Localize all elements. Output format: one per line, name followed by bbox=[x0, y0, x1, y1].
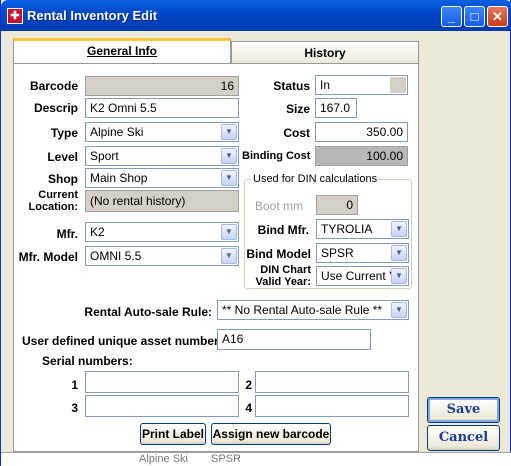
status-value: In bbox=[320, 78, 331, 92]
cost-label: Cost bbox=[283, 126, 310, 140]
barcode-label: Barcode bbox=[29, 79, 78, 93]
level-label: Level bbox=[47, 150, 78, 164]
general-info-panel: Barcode 16 Descrip K2 Omni 5.5 Type Alpi… bbox=[13, 63, 419, 452]
current-location-label: Current Location: bbox=[28, 189, 79, 213]
save-button[interactable]: Save bbox=[427, 397, 500, 423]
tab-bar: General Info History bbox=[13, 38, 419, 64]
auto-sale-rule-value: ** No Rental Auto-sale Rule ** bbox=[222, 303, 383, 317]
chevron-down-icon[interactable]: ▼ bbox=[221, 170, 237, 186]
chevron-down-icon[interactable]: ▼ bbox=[391, 268, 407, 284]
maximize-button[interactable]: □ bbox=[464, 6, 485, 27]
chevron-down-icon[interactable]: ▼ bbox=[221, 124, 237, 140]
tab-history[interactable]: History bbox=[231, 41, 419, 64]
assign-new-barcode-button[interactable]: Assign new barcode bbox=[211, 423, 331, 445]
size-label: Size bbox=[285, 102, 310, 116]
cancel-button[interactable]: Cancel bbox=[427, 425, 500, 451]
size-input[interactable]: 167.0 bbox=[315, 98, 357, 118]
chevron-down-icon[interactable]: ▼ bbox=[391, 302, 407, 318]
binding-cost-label: Binding Cost bbox=[242, 150, 311, 162]
bind-model-select[interactable]: SPSR ▼ bbox=[316, 243, 409, 263]
window-title: Rental Inventory Edit bbox=[27, 8, 158, 23]
shop-value: Main Shop bbox=[90, 171, 148, 185]
title-bar[interactable]: ✚ Rental Inventory Edit _ □ ✕ bbox=[1, 0, 511, 31]
din-group-title: Used for DIN calculations bbox=[251, 173, 380, 185]
mfr-select[interactable]: K2 ▼ bbox=[85, 222, 239, 242]
shop-label: Shop bbox=[48, 172, 78, 186]
status-field[interactable]: In bbox=[315, 75, 408, 95]
din-calculations-group: Used for DIN calculations Boot mm 0 Bind… bbox=[244, 173, 412, 289]
din-chart-value: Use Current Y bbox=[321, 269, 397, 283]
minimize-button[interactable]: _ bbox=[441, 6, 462, 27]
bind-mfr-value: TYROLIA bbox=[321, 222, 373, 236]
bind-model-label: Bind Model bbox=[246, 247, 311, 261]
bind-mfr-select[interactable]: TYROLIA ▼ bbox=[316, 219, 409, 239]
mfr-model-label: Mfr. Model bbox=[18, 250, 78, 264]
serial-number-4-input[interactable] bbox=[255, 395, 409, 417]
boot-mm-field: 0 bbox=[316, 195, 358, 215]
status-label: Status bbox=[273, 79, 310, 93]
mfr-value: K2 bbox=[90, 225, 105, 239]
type-label: Type bbox=[50, 126, 78, 140]
auto-sale-rule-select[interactable]: ** No Rental Auto-sale Rule ** ▼ bbox=[217, 300, 409, 320]
mfr-model-select[interactable]: OMNI 5.5 ▼ bbox=[85, 246, 239, 266]
chevron-down-icon[interactable]: ▼ bbox=[221, 148, 237, 164]
asset-number-label: User defined unique asset number: bbox=[22, 334, 223, 348]
descrip-label: Descrip bbox=[33, 101, 78, 115]
serial-number-2-label: 2 bbox=[245, 378, 252, 392]
type-value: Alpine Ski bbox=[90, 125, 144, 139]
asset-number-input[interactable]: A16 bbox=[217, 329, 371, 350]
serial-numbers-label: Serial numbers: bbox=[42, 354, 133, 368]
boot-mm-label: Boot mm bbox=[254, 199, 303, 213]
serial-number-1-label: 1 bbox=[71, 378, 78, 392]
cost-input[interactable]: 350.00 bbox=[315, 122, 408, 142]
mfr-model-value: OMNI 5.5 bbox=[90, 249, 142, 263]
print-label-button[interactable]: Print Label bbox=[140, 423, 206, 445]
auto-sale-rule-label: Rental Auto-sale Rule: bbox=[84, 305, 212, 319]
din-chart-label: DIN Chart Valid Year: bbox=[255, 264, 311, 288]
type-select[interactable]: Alpine Ski ▼ bbox=[85, 122, 239, 142]
mfr-label: Mfr. bbox=[56, 227, 78, 241]
chevron-down-icon[interactable]: ▼ bbox=[391, 245, 407, 261]
serial-number-1-input[interactable] bbox=[85, 371, 239, 393]
binding-cost-field: 100.00 bbox=[315, 146, 408, 166]
bind-mfr-label: Bind Mfr. bbox=[257, 223, 309, 237]
level-value: Sport bbox=[90, 149, 119, 163]
background-window-row: Alpine Ski SPSR bbox=[1, 452, 511, 466]
chevron-down-icon[interactable]: ▼ bbox=[221, 224, 237, 240]
app-icon: ✚ bbox=[7, 8, 23, 24]
chevron-down-icon[interactable]: ▼ bbox=[221, 248, 237, 264]
tab-general-info[interactable]: General Info bbox=[13, 38, 231, 64]
level-select[interactable]: Sport ▼ bbox=[85, 146, 239, 166]
descrip-input[interactable]: K2 Omni 5.5 bbox=[85, 98, 239, 118]
close-button[interactable]: ✕ bbox=[487, 6, 508, 27]
serial-number-3-label: 3 bbox=[71, 401, 78, 415]
current-location-field: (No rental history) bbox=[85, 190, 239, 212]
rental-inventory-window: ✚ Rental Inventory Edit _ □ ✕ General In… bbox=[0, 0, 511, 466]
din-chart-select[interactable]: Use Current Y ▼ bbox=[316, 266, 409, 286]
barcode-field: 16 bbox=[85, 76, 239, 96]
chevron-down-icon[interactable]: ▼ bbox=[391, 221, 407, 237]
background-row-text-1: Alpine Ski bbox=[139, 453, 188, 465]
serial-number-3-input[interactable] bbox=[85, 395, 239, 417]
background-row-text-2: SPSR bbox=[211, 453, 241, 465]
serial-number-4-label: 4 bbox=[245, 401, 252, 415]
bind-model-value: SPSR bbox=[321, 246, 354, 260]
shop-select[interactable]: Main Shop ▼ bbox=[85, 168, 239, 188]
status-indicator bbox=[390, 77, 406, 93]
serial-number-2-input[interactable] bbox=[255, 371, 409, 393]
